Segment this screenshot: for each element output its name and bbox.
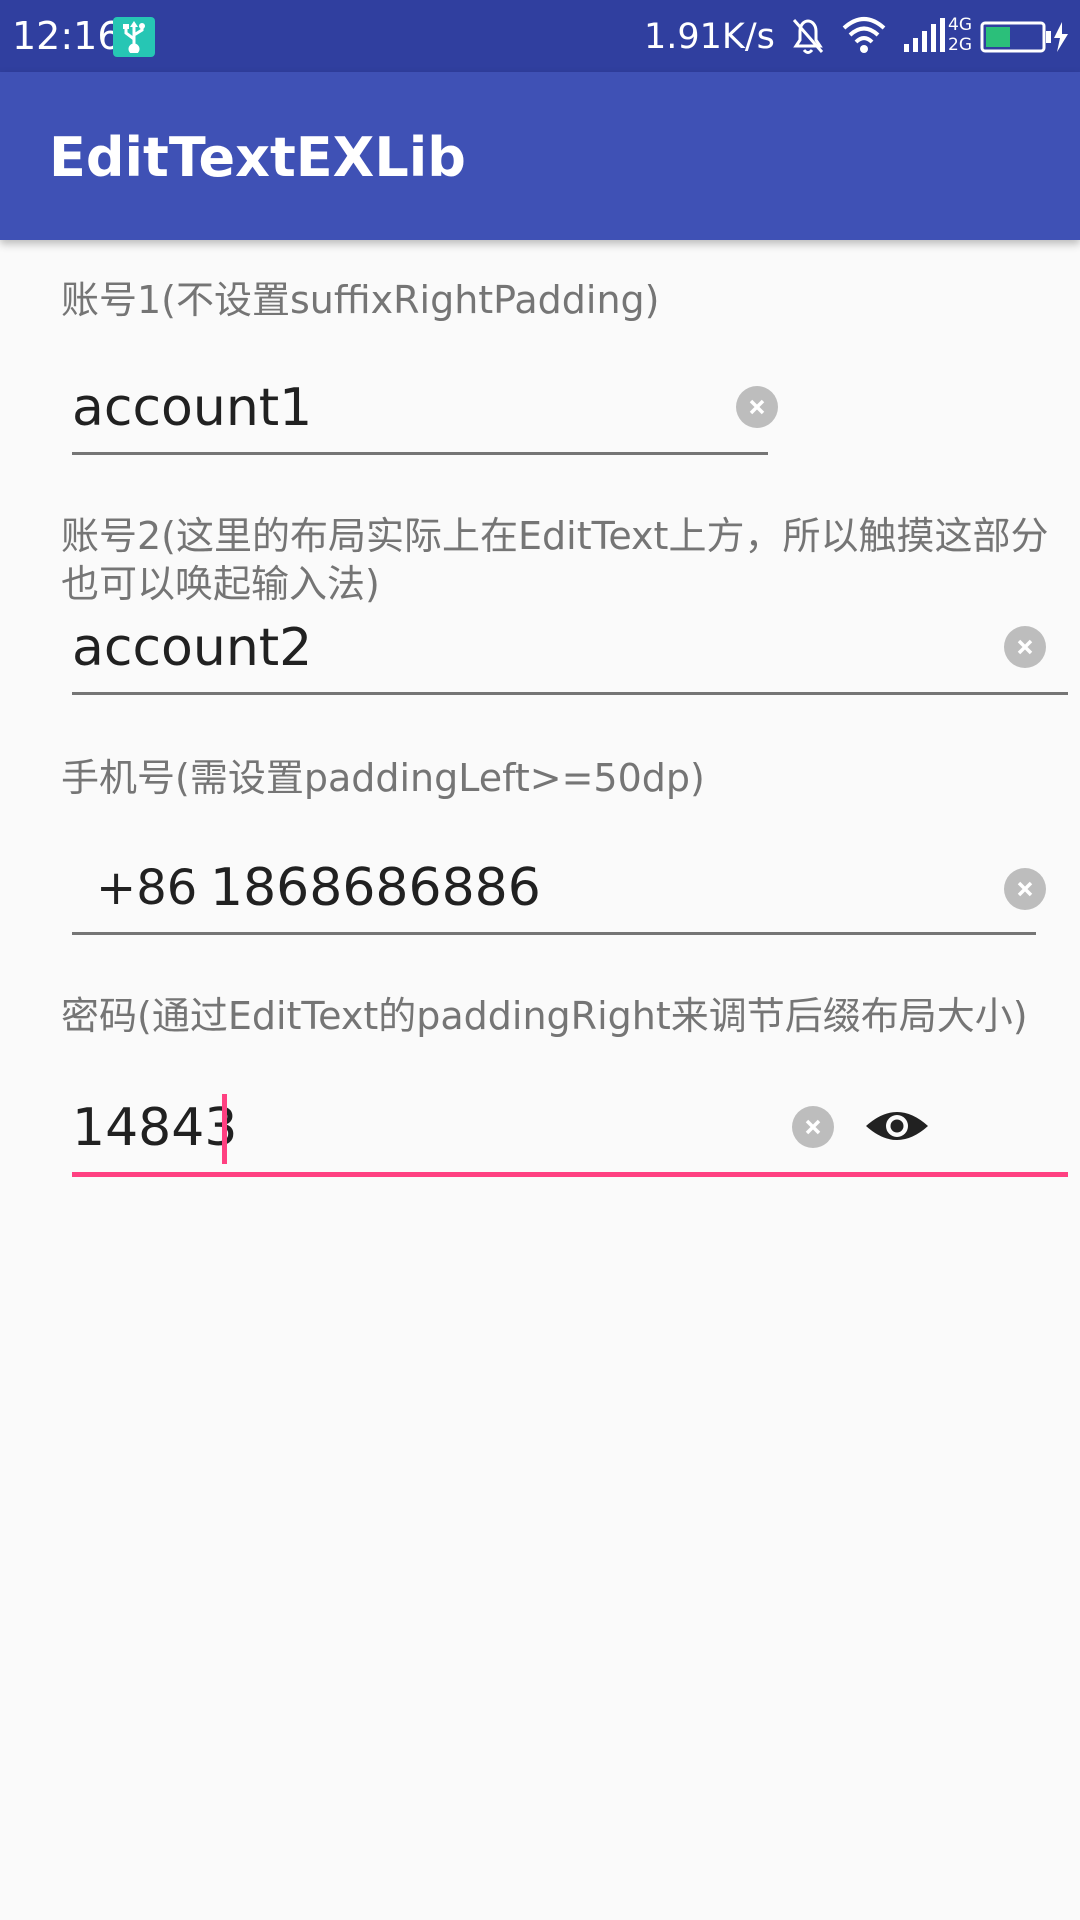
account2-input[interactable]: account2 (72, 596, 1068, 695)
clear-icon[interactable] (792, 1106, 834, 1148)
bell-off-icon (788, 14, 828, 62)
password-value: 14843 (72, 1098, 238, 1158)
network-type-2g: 2G (948, 35, 972, 55)
network-type-4g: 4G (948, 15, 972, 35)
wifi-icon (840, 14, 888, 62)
clear-icon[interactable] (1004, 626, 1046, 668)
phone-input[interactable]: +86 1868686886 (72, 836, 1046, 935)
battery-charging-icon (980, 20, 1070, 58)
phone-value: 1868686886 (210, 858, 541, 918)
country-code-prefix: +86 (96, 860, 198, 916)
status-time: 12:16 (12, 14, 122, 58)
eye-icon[interactable] (864, 1104, 930, 1152)
usb-debug-icon (113, 17, 155, 57)
account1-value: account1 (72, 378, 313, 438)
clear-icon[interactable] (1004, 868, 1046, 910)
password-label: 密码(通过EditText的paddingRight来调节后缀布局大小) (61, 994, 1028, 1038)
clear-icon[interactable] (736, 386, 778, 428)
account1-label: 账号1(不设置suffixRightPadding) (61, 278, 660, 322)
cell-signal-icon (902, 14, 946, 62)
text-cursor (222, 1094, 227, 1164)
account2-label: 账号2(这里的布局实际上在EditText上方，所以触摸这部分也可以唤起输入法) (61, 514, 1049, 606)
status-bar: 12:16 1.91K/s 4G 2G (0, 0, 1080, 72)
phone-label: 手机号(需设置paddingLeft>=50dp) (61, 756, 705, 800)
password-input[interactable]: 14843 (72, 1076, 1068, 1177)
network-speed: 1.91K/s (644, 17, 775, 57)
app-bar: EditTextEXLib (0, 72, 1080, 240)
account1-input[interactable]: account1 (72, 356, 778, 455)
account2-value: account2 (72, 618, 313, 678)
app-title: EditTextEXLib (49, 126, 466, 189)
